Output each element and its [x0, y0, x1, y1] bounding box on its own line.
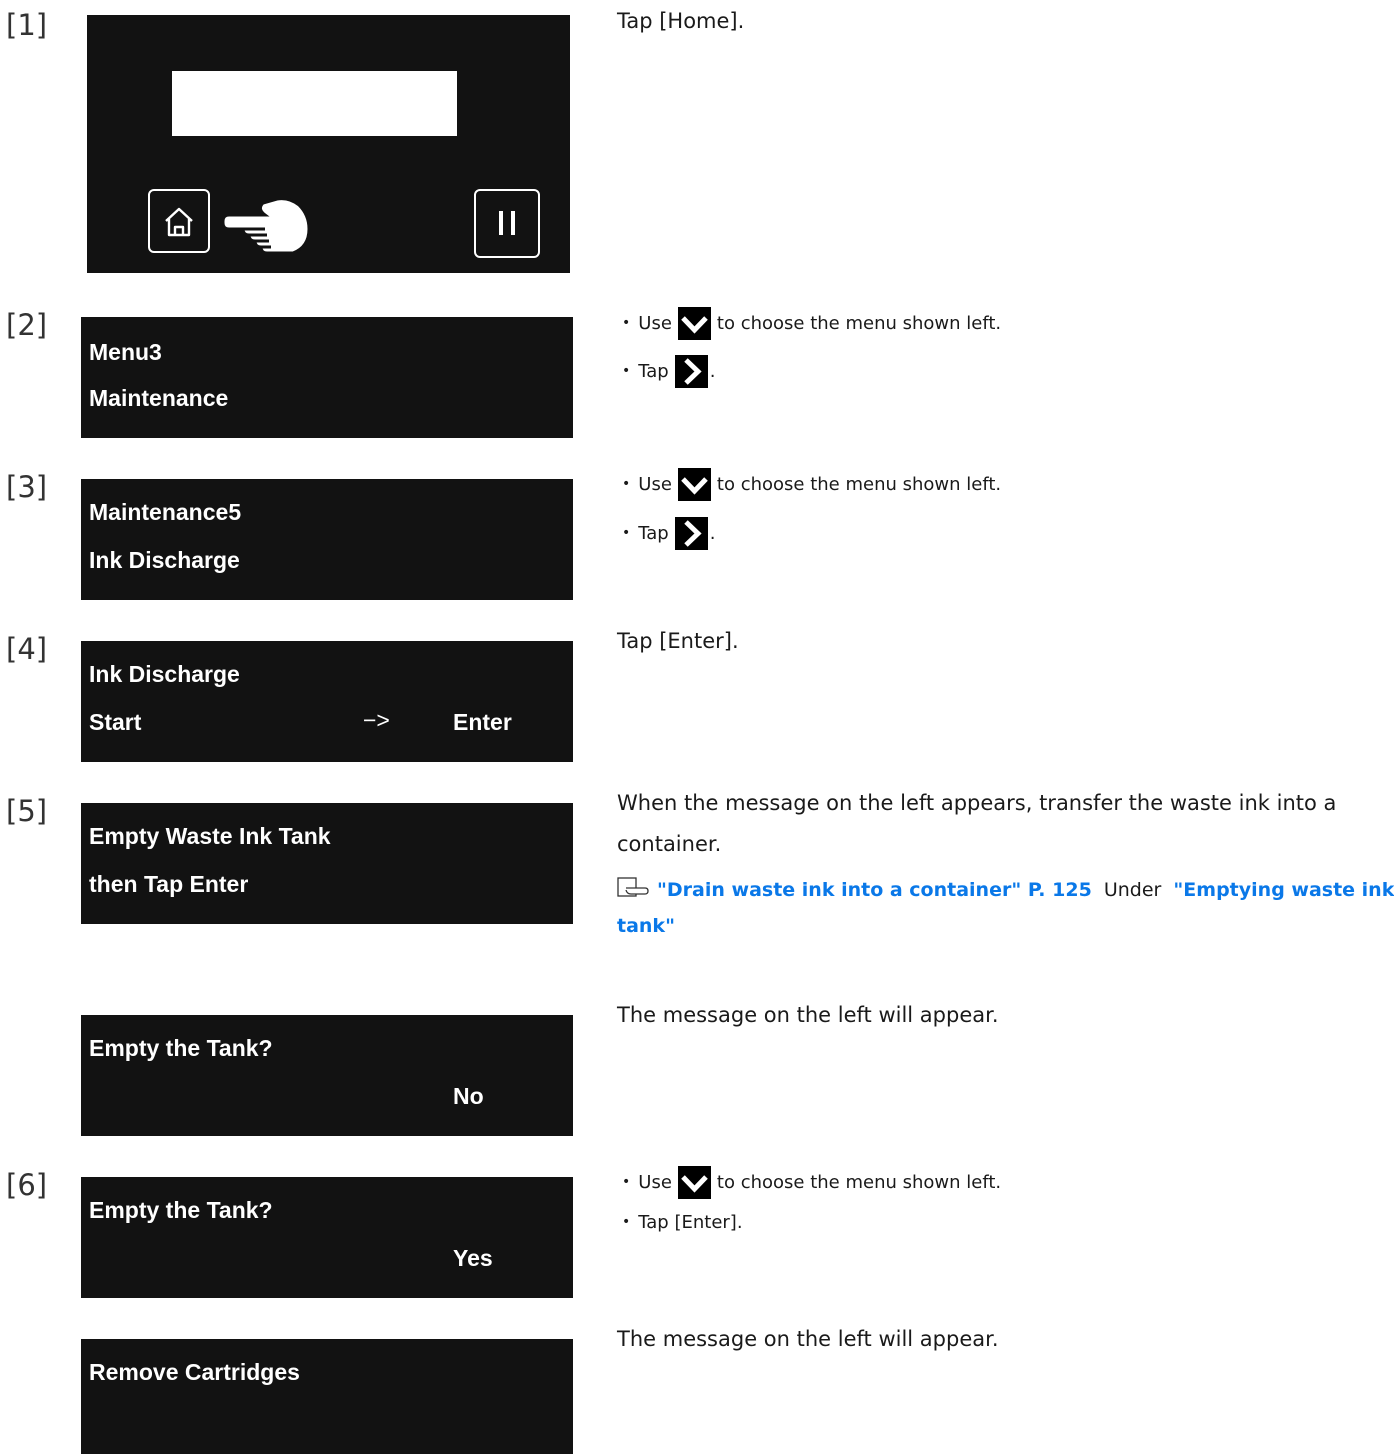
step-instruction: The message on the left will appear. [617, 1003, 999, 1027]
lcd-line-2: No [453, 1083, 484, 1109]
lcd-line-1: Ink Discharge [89, 661, 240, 687]
lcd-screen: Maintenance5 Ink Discharge [81, 479, 573, 600]
lcd-screen: Menu3 Maintenance [81, 317, 573, 438]
step-instruction: Tap [Enter]. [617, 629, 739, 653]
reference-link[interactable]: "Drain waste ink into a container" P. 12… [657, 879, 1092, 901]
chevron-down-icon [677, 1165, 711, 1199]
step-number: [5] [6, 794, 48, 828]
reference-link-cont[interactable]: tank" [617, 917, 675, 936]
lcd-arrow: −> [363, 707, 390, 733]
lcd-line-1: Empty Waste Ink Tank [89, 823, 331, 849]
lcd-screen: Empty the Tank? No [81, 1015, 573, 1136]
lcd-line-1: Maintenance5 [89, 499, 242, 525]
lcd-line-1: Remove Cartridges [89, 1359, 300, 1385]
lcd-line-2: then Tap Enter [89, 871, 249, 897]
lcd-line-2-left: Start [89, 709, 142, 735]
lcd-screen: Empty the Tank? Yes [81, 1177, 573, 1298]
lcd-line-2-right: Enter [453, 709, 512, 735]
reference-connector: Under [1103, 879, 1162, 901]
step-number: [4] [6, 632, 48, 666]
lcd-line-2: Maintenance [89, 385, 229, 411]
step-number: [3] [6, 470, 48, 504]
bullet-use: • Use to choose the menu shown left. [622, 467, 1001, 501]
step-instruction: The message on the left will appear. [617, 1327, 999, 1351]
lcd-line-1: Menu3 [89, 339, 162, 365]
lcd-screen: Ink Discharge Start −> Enter [81, 641, 573, 762]
lcd-line-1: Empty the Tank? [89, 1197, 273, 1223]
reference-hand-icon [617, 877, 649, 897]
pause-button[interactable] [474, 189, 540, 258]
bullet-tap: • Tap [Enter]. [622, 1211, 743, 1233]
lcd-screen: Empty Waste Ink Tank then Tap Enter [81, 803, 573, 924]
home-button[interactable] [148, 189, 210, 253]
pause-icon [499, 211, 515, 235]
step-instruction: When the message on the left appears, tr… [617, 791, 1337, 815]
reference-link[interactable]: "Emptying waste ink [1173, 879, 1394, 901]
bullet-use: • Use to choose the menu shown left. [622, 1165, 1001, 1199]
bullet-tap: • Tap . [622, 354, 715, 388]
chevron-down-icon [677, 306, 711, 340]
pointing-hand-icon [221, 197, 311, 255]
panel-display [172, 71, 457, 136]
step-number: [1] [6, 8, 48, 42]
lcd-line-1: Empty the Tank? [89, 1035, 273, 1061]
bullet-use: • Use to choose the menu shown left. [622, 306, 1001, 340]
lcd-line-2: Ink Discharge [89, 547, 240, 573]
step-number: [2] [6, 308, 48, 342]
step-instruction-cont: container. [617, 832, 722, 856]
reference-line: "Drain waste ink into a container" P. 12… [617, 877, 1394, 900]
lcd-line-2: Yes [453, 1245, 493, 1271]
control-panel-illustration [87, 15, 570, 273]
step-instruction: Tap [Home]. [617, 9, 745, 33]
bullet-tap: • Tap . [622, 516, 715, 550]
home-icon [165, 207, 193, 237]
lcd-screen: Remove Cartridges [81, 1339, 573, 1454]
chevron-right-icon [674, 516, 708, 550]
chevron-down-icon [677, 467, 711, 501]
chevron-right-icon [674, 354, 708, 388]
step-number: [6] [6, 1168, 48, 1202]
